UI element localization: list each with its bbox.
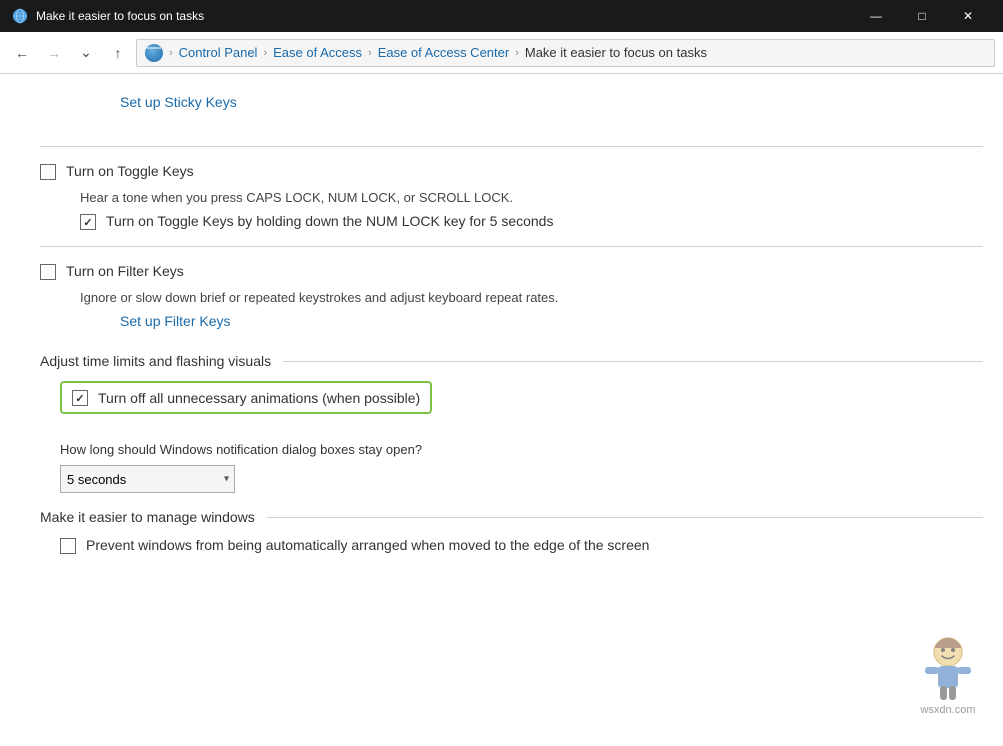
dropdown-history-button[interactable]: ⌄	[72, 39, 100, 67]
notification-dropdown-row: How long should Windows notification dia…	[60, 442, 1003, 493]
maximize-button[interactable]: □	[899, 0, 945, 32]
watermark-text: wsxdn.com	[920, 704, 975, 716]
breadcrumb-control-panel[interactable]: Control Panel	[179, 45, 258, 60]
animations-checkbox[interactable]	[72, 390, 88, 406]
filter-keys-setup-link[interactable]: Set up Filter Keys	[120, 313, 231, 329]
watermark-character-icon	[913, 634, 983, 704]
breadcrumb-current: Make it easier to focus on tasks	[525, 45, 707, 60]
address-path: › Control Panel › Ease of Access › Ease …	[136, 39, 995, 67]
window-title: Make it easier to focus on tasks	[36, 9, 204, 23]
adjust-section: Adjust time limits and flashing visuals …	[40, 353, 1003, 493]
toggle-keys-sub-label: Turn on Toggle Keys by holding down the …	[106, 213, 553, 229]
up-button[interactable]: ↑	[104, 39, 132, 67]
watermark: wsxdn.com	[913, 634, 983, 716]
filter-keys-checkbox[interactable]	[40, 264, 56, 280]
toggle-keys-label: Turn on Toggle Keys	[66, 163, 194, 179]
window-controls: — □ ✕	[853, 0, 991, 32]
divider-1	[40, 146, 983, 147]
address-bar: ← → ⌄ ↑ › Control Panel › Ease of Access…	[0, 32, 1003, 74]
close-button[interactable]: ✕	[945, 0, 991, 32]
toggle-keys-checkbox[interactable]	[40, 164, 56, 180]
filter-keys-description: Ignore or slow down brief or repeated ke…	[80, 290, 1003, 305]
adjust-section-heading: Adjust time limits and flashing visuals	[40, 353, 1003, 369]
animations-label: Turn off all unnecessary animations (whe…	[98, 390, 420, 406]
window-icon	[12, 8, 28, 24]
back-button[interactable]: ←	[8, 39, 36, 67]
manage-windows-section: Make it easier to manage windows Prevent…	[40, 509, 1003, 554]
notification-duration-select[interactable]: 5 seconds 7 seconds 15 seconds 30 second…	[60, 465, 235, 493]
title-bar: Make it easier to focus on tasks — □ ✕	[0, 0, 1003, 32]
sticky-keys-link[interactable]: Set up Sticky Keys	[120, 94, 237, 110]
breadcrumb-ease-of-access[interactable]: Ease of Access	[273, 45, 362, 60]
breadcrumb-ease-of-access-center[interactable]: Ease of Access Center	[378, 45, 510, 60]
notification-question: How long should Windows notification dia…	[60, 442, 1003, 457]
prevent-arrange-label: Prevent windows from being automatically…	[86, 537, 649, 553]
prevent-arrange-row: Prevent windows from being automatically…	[60, 537, 1003, 554]
globe-icon	[145, 44, 163, 62]
toggle-keys-section: Turn on Toggle Keys Hear a tone when you…	[40, 163, 1003, 230]
divider-2	[40, 246, 983, 247]
animations-highlighted-area: Turn off all unnecessary animations (whe…	[60, 381, 432, 414]
toggle-keys-description: Hear a tone when you press CAPS LOCK, NU…	[80, 190, 1003, 205]
filter-keys-label: Turn on Filter Keys	[66, 263, 184, 279]
filter-keys-section: Turn on Filter Keys Ignore or slow down …	[40, 263, 1003, 345]
minimize-button[interactable]: —	[853, 0, 899, 32]
toggle-keys-sub-checkbox[interactable]	[80, 214, 96, 230]
toggle-keys-sub-row: Turn on Toggle Keys by holding down the …	[80, 213, 1003, 230]
manage-windows-heading: Make it easier to manage windows	[40, 509, 1003, 525]
toggle-keys-row: Turn on Toggle Keys	[40, 163, 1003, 180]
filter-keys-row: Turn on Filter Keys	[40, 263, 1003, 280]
forward-button[interactable]: →	[40, 39, 68, 67]
prevent-arrange-checkbox[interactable]	[60, 538, 76, 554]
main-content: Set up Sticky Keys Turn on Toggle Keys H…	[0, 74, 1003, 746]
notification-dropdown-wrapper: 5 seconds 7 seconds 15 seconds 30 second…	[60, 465, 235, 493]
